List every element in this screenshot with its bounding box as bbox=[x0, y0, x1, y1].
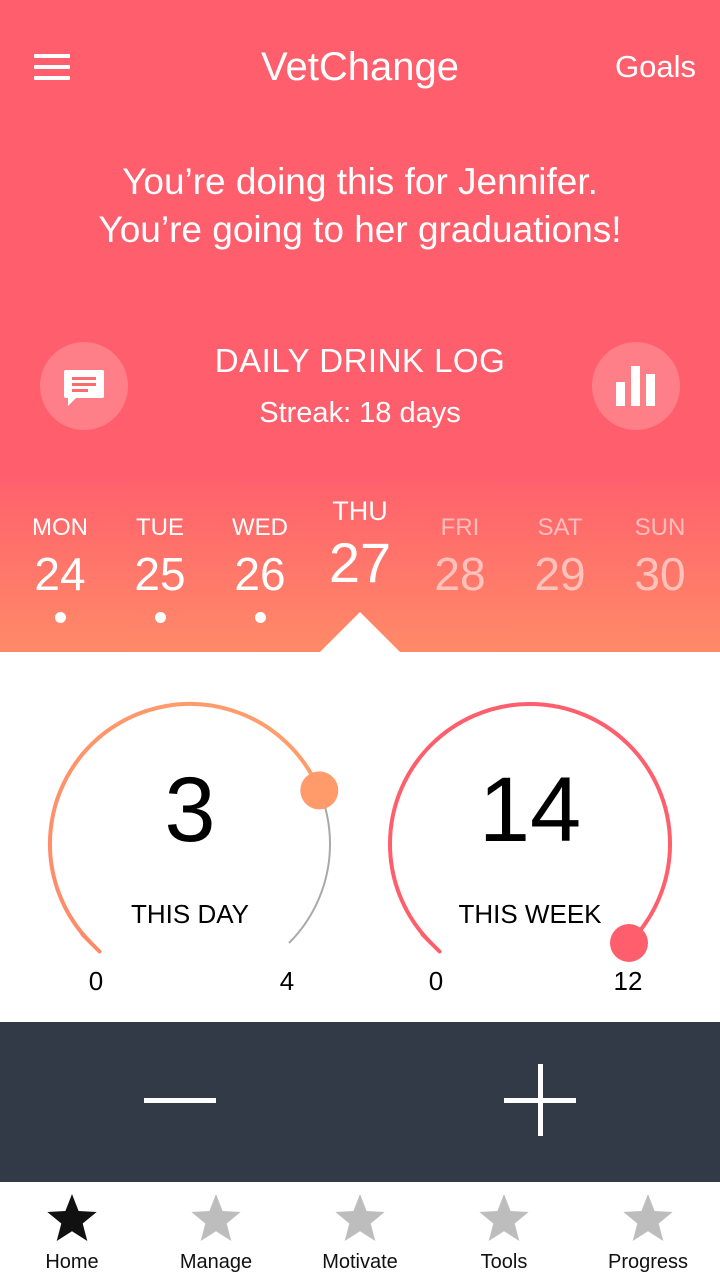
star-icon bbox=[623, 1194, 673, 1241]
tab-label: Tools bbox=[480, 1251, 528, 1273]
tab-manage[interactable]: Manage bbox=[144, 1182, 288, 1280]
day-wed[interactable]: WED 26 bbox=[210, 510, 310, 623]
week-count: 14 bbox=[478, 759, 582, 861]
day-gauge-start-tick bbox=[80, 932, 102, 954]
star-icon bbox=[191, 1194, 241, 1241]
week-gauge-min: 0 bbox=[428, 966, 444, 996]
day-count: 3 bbox=[164, 759, 216, 861]
day-number: 29 bbox=[534, 548, 586, 600]
day-sat[interactable]: SAT 29 bbox=[510, 510, 610, 602]
day-name: SUN bbox=[634, 514, 686, 541]
increment-button[interactable] bbox=[360, 1022, 720, 1182]
star-icon bbox=[479, 1194, 529, 1241]
tab-label: Progress bbox=[607, 1251, 689, 1273]
motivation-line-1: You’re doing this for Jennifer. bbox=[122, 161, 598, 202]
motivation-line-2: You’re going to her graduations! bbox=[98, 209, 622, 250]
day-name: WED bbox=[232, 514, 288, 541]
selected-day-pointer bbox=[320, 612, 400, 652]
tab-progress[interactable]: Progress bbox=[576, 1182, 720, 1280]
day-number: 26 bbox=[234, 548, 286, 600]
header-hero: VetChange Goals You’re doing this for Je… bbox=[0, 0, 720, 652]
day-tue[interactable]: TUE 25 bbox=[110, 510, 210, 623]
day-name: THU bbox=[332, 496, 388, 526]
star-icon bbox=[335, 1194, 385, 1241]
day-gauge-max: 4 bbox=[279, 966, 295, 996]
tab-tools[interactable]: Tools bbox=[432, 1182, 576, 1280]
day-mon[interactable]: MON 24 bbox=[10, 510, 110, 623]
week-gauge-start-tick bbox=[420, 932, 442, 954]
day-gauge-label: THIS DAY bbox=[131, 899, 249, 929]
day-name: TUE bbox=[136, 514, 184, 541]
day-number: 30 bbox=[634, 548, 686, 600]
decrement-button[interactable] bbox=[0, 1022, 360, 1182]
minus-icon bbox=[144, 1098, 216, 1103]
goals-link[interactable]: Goals bbox=[615, 46, 696, 88]
stats-button[interactable] bbox=[592, 342, 680, 430]
tab-label: Motivate bbox=[322, 1251, 398, 1273]
plus-icon bbox=[504, 1064, 576, 1136]
tab-home[interactable]: Home bbox=[0, 1182, 144, 1280]
day-name: FRI bbox=[440, 514, 480, 541]
day-sun[interactable]: SUN 30 bbox=[610, 510, 710, 602]
motivation-message: You’re doing this for Jennifer. You’re g… bbox=[0, 158, 720, 254]
day-number: 24 bbox=[34, 548, 86, 600]
bottom-tab-bar: Home Manage Motivate Tools Progress bbox=[0, 1182, 720, 1280]
week-gauge-max: 12 bbox=[613, 966, 643, 996]
logged-dot bbox=[154, 612, 166, 623]
tab-motivate[interactable]: Motivate bbox=[288, 1182, 432, 1280]
day-name: MON bbox=[32, 514, 88, 541]
day-thu-selected[interactable]: THU 27 bbox=[310, 492, 410, 596]
day-gauge-min: 0 bbox=[88, 966, 104, 996]
day-fri[interactable]: FRI 28 bbox=[410, 510, 510, 602]
drink-controls bbox=[0, 1022, 720, 1182]
day-number: 25 bbox=[134, 548, 186, 600]
day-name: SAT bbox=[537, 514, 583, 541]
logged-dot bbox=[254, 612, 266, 623]
week-gauge-label: THIS WEEK bbox=[458, 899, 602, 929]
tab-label: Manage bbox=[179, 1251, 253, 1273]
logged-dot bbox=[54, 612, 66, 623]
tab-label: Home bbox=[45, 1251, 99, 1273]
bar-chart-icon bbox=[616, 366, 655, 406]
app-title: VetChange bbox=[261, 45, 459, 89]
day-number: 27 bbox=[328, 531, 392, 594]
star-icon bbox=[47, 1194, 97, 1241]
day-number: 28 bbox=[434, 548, 486, 600]
